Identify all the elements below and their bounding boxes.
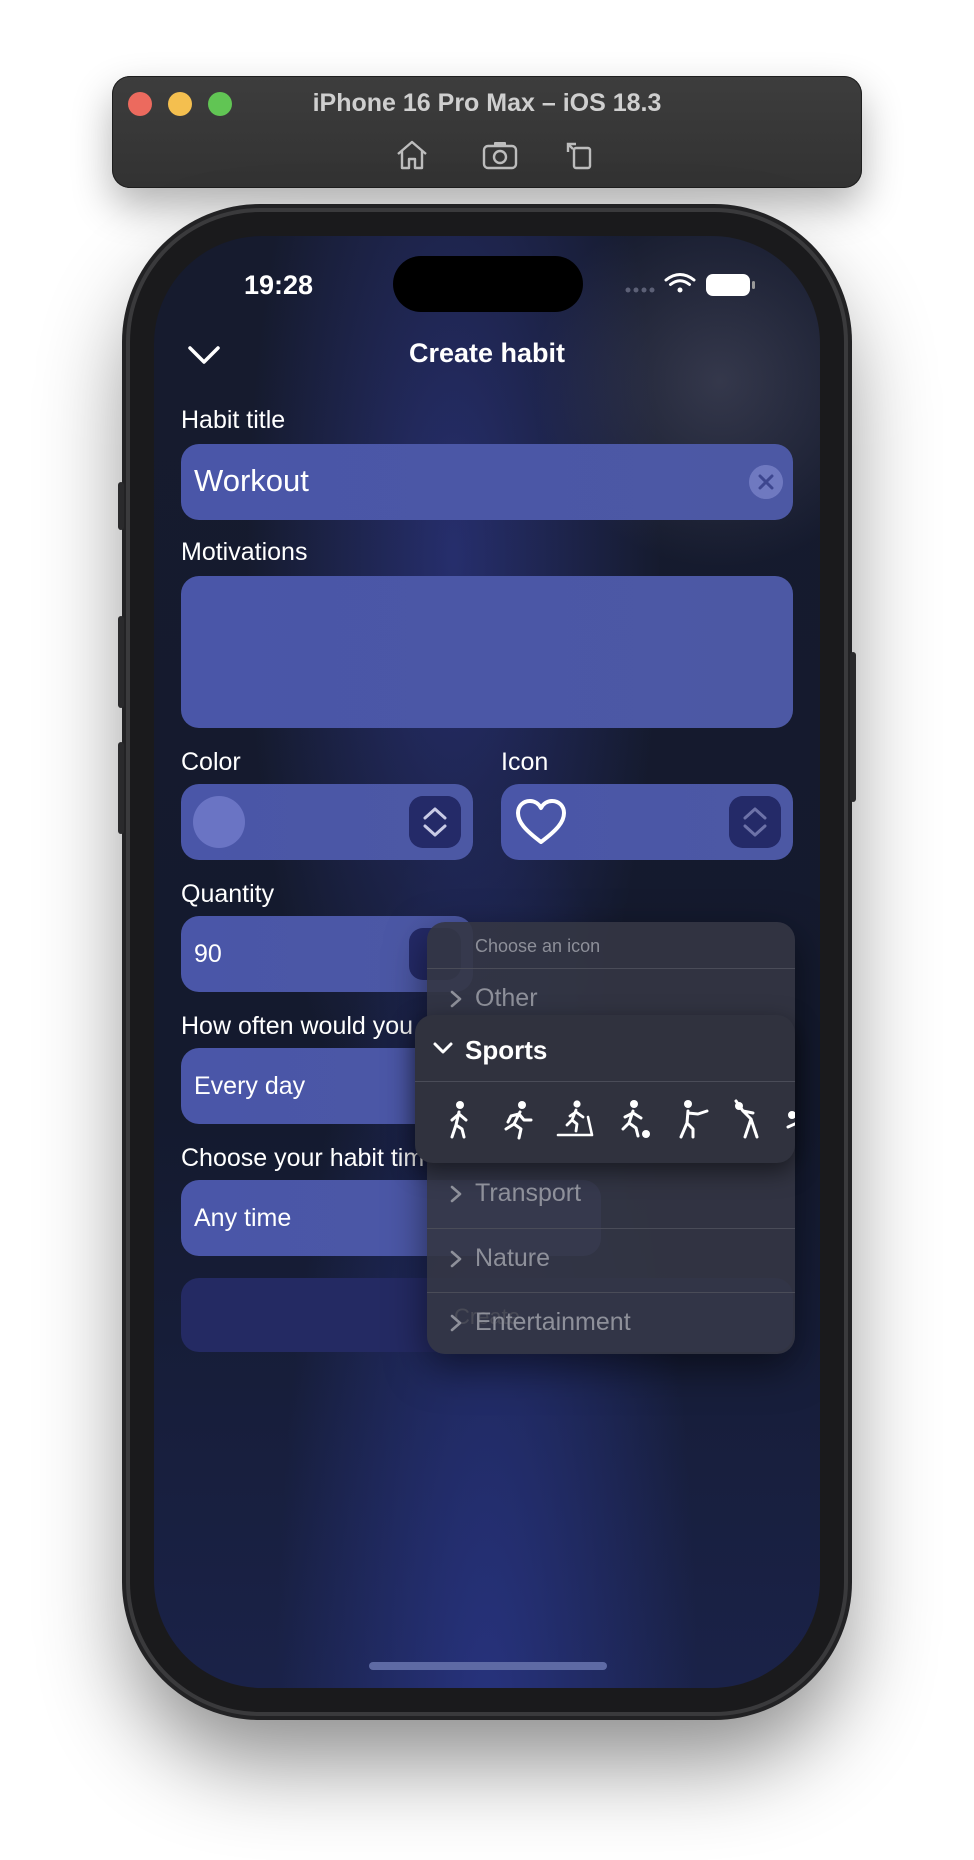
clear-text-icon[interactable] — [749, 465, 783, 499]
status-icons — [625, 273, 755, 296]
iphone-frame: 19:28 Create habit Habit title Workout M… — [118, 212, 856, 1712]
icon-stepper-chevrons-icon[interactable] — [729, 796, 781, 848]
page-title: Create habit — [408, 338, 566, 368]
simulator-title-bar: iPhone 16 Pro Max – iOS 18.3 — [112, 76, 862, 188]
color-swatch — [193, 796, 245, 848]
color-stepper-chevrons-icon[interactable] — [409, 796, 461, 848]
menu-item-entertainment[interactable]: Entertainment — [427, 1292, 795, 1354]
icon-category-menu: Choose an icon Other Sports Transport Na… — [415, 922, 795, 1354]
walk-icon[interactable] — [439, 1099, 479, 1141]
soccer-icon[interactable] — [613, 1099, 653, 1141]
home-indicator[interactable] — [369, 1662, 607, 1670]
treadmill-icon[interactable] — [555, 1099, 595, 1141]
chevron-right-icon — [450, 1250, 462, 1268]
icon-label: Icon — [501, 748, 549, 776]
menu-item-nature[interactable]: Nature — [427, 1228, 795, 1290]
fencing-icon[interactable] — [671, 1099, 711, 1141]
quantity-label: Quantity — [181, 880, 275, 908]
power-button — [850, 652, 856, 802]
habit-time-value[interactable]: Any time — [194, 1204, 291, 1233]
frequency-label: How often would you — [181, 1012, 414, 1040]
color-picker[interactable] — [181, 784, 473, 860]
habit-title-value[interactable]: Workout — [194, 463, 309, 499]
volume-up-button — [118, 616, 124, 708]
rotate-icon[interactable] — [560, 136, 600, 174]
status-time: 19:28 — [244, 270, 314, 300]
simulator-title: iPhone 16 Pro Max – iOS 18.3 — [312, 89, 662, 117]
chevron-right-icon — [450, 990, 462, 1008]
swim-icon[interactable] — [783, 1099, 795, 1141]
stretch-icon[interactable] — [729, 1099, 769, 1141]
heart-icon — [516, 799, 566, 844]
habit-title-field[interactable]: Workout — [181, 444, 793, 520]
chevron-right-icon — [450, 1185, 462, 1203]
screenshot-icon[interactable] — [480, 136, 520, 174]
action-button — [118, 482, 124, 530]
chevron-down-icon — [433, 1042, 453, 1054]
quantity-value[interactable]: 90 — [194, 940, 222, 969]
cellular-icon — [625, 287, 655, 293]
icon-picker[interactable] — [501, 784, 793, 860]
menu-item-transport[interactable]: Transport — [427, 1163, 795, 1225]
menu-header: Choose an icon — [475, 936, 601, 956]
menu-item-label: Nature — [475, 1244, 551, 1272]
menu-item-label: Other — [475, 984, 538, 1012]
menu-item-sports[interactable]: Sports — [415, 1015, 795, 1163]
menu-item-label: Transport — [475, 1179, 582, 1207]
run-icon[interactable] — [497, 1099, 537, 1141]
habit-title-label: Habit title — [181, 406, 286, 434]
battery-icon — [706, 274, 755, 296]
motivations-field[interactable] — [181, 576, 793, 728]
menu-item-label: Sports — [465, 1035, 548, 1065]
app-screen: 19:28 Create habit Habit title Workout M… — [154, 236, 820, 1688]
chevron-right-icon — [450, 1314, 462, 1332]
menu-divider — [415, 1081, 795, 1082]
volume-down-button — [118, 742, 124, 834]
wifi-icon — [664, 273, 696, 293]
habit-time-label: Choose your habit tim — [181, 1144, 425, 1172]
motivations-label: Motivations — [181, 538, 308, 566]
frequency-value[interactable]: Every day — [194, 1072, 305, 1101]
dynamic-island — [393, 256, 583, 312]
menu-item-label: Entertainment — [475, 1308, 631, 1336]
color-label: Color — [181, 748, 241, 776]
home-icon[interactable] — [392, 136, 432, 174]
